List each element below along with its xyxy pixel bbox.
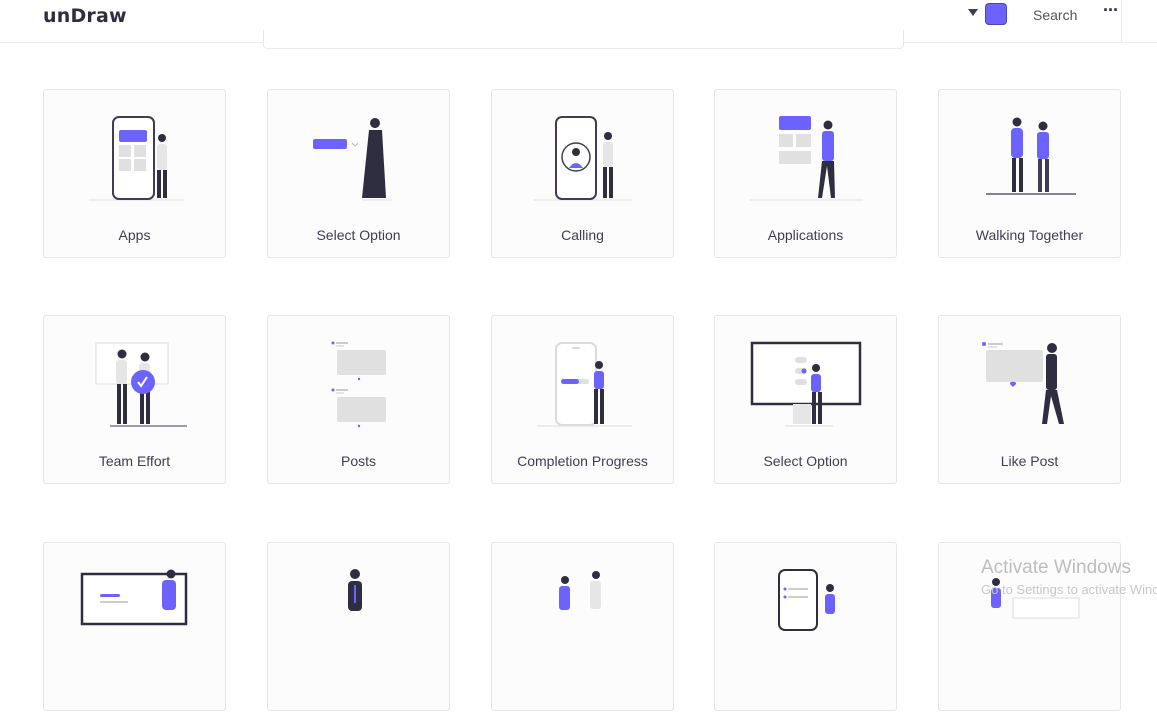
illustration-card-walking-together[interactable]: Walking Together (938, 89, 1121, 258)
illustration-card-select-option-2[interactable]: Select Option (714, 315, 897, 484)
card-title: Completion Progress (517, 453, 648, 469)
two-people-illustration (559, 571, 601, 610)
phone-list-illustration (778, 569, 835, 631)
search-link[interactable]: Search (1033, 7, 1077, 23)
logo[interactable]: unDraw (43, 5, 127, 27)
search-bar[interactable] (263, 30, 904, 49)
illustration-card-apps[interactable]: Apps (43, 89, 226, 258)
card-title: Select Option (316, 227, 401, 243)
illustration-card-applications[interactable]: Applications (714, 89, 897, 258)
presentation-illustration (80, 569, 188, 626)
illustration-card-posts[interactable]: Posts (267, 315, 450, 484)
illustration-card-12[interactable] (267, 542, 450, 711)
illustration-card-13[interactable] (491, 542, 674, 711)
illustration-card-team-effort[interactable]: Team Effort (43, 315, 226, 484)
illustration-card-completion-progress[interactable]: Completion Progress (491, 315, 674, 484)
color-dropdown-arrow-icon[interactable] (968, 9, 978, 16)
illustration-card-11[interactable] (43, 542, 226, 711)
card-title: Select Option (763, 453, 848, 469)
card-title: Apps (118, 227, 151, 243)
card-title: Walking Together (975, 227, 1084, 243)
card-title: Calling (561, 227, 604, 243)
card-title: Like Post (1000, 453, 1059, 469)
activate-windows-subtitle: Go to Settings to activate Windows. (981, 582, 1157, 597)
businessman-illustration (348, 569, 362, 611)
illustration-card-14[interactable] (714, 542, 897, 711)
scrollbar-track (1121, 0, 1122, 42)
illustration-card-calling[interactable]: Calling (491, 89, 674, 258)
color-picker-swatch[interactable] (985, 3, 1007, 25)
illustration-card-select-option[interactable]: Select Option (267, 89, 450, 258)
illustration-card-like-post[interactable]: Like Post (938, 315, 1121, 484)
card-title: Applications (767, 227, 844, 243)
card-title: Team Effort (98, 453, 171, 469)
activate-windows-title: Activate Windows (981, 557, 1131, 578)
more-menu-icon[interactable]: ··· (1103, 0, 1119, 21)
card-title: Posts (340, 453, 376, 469)
